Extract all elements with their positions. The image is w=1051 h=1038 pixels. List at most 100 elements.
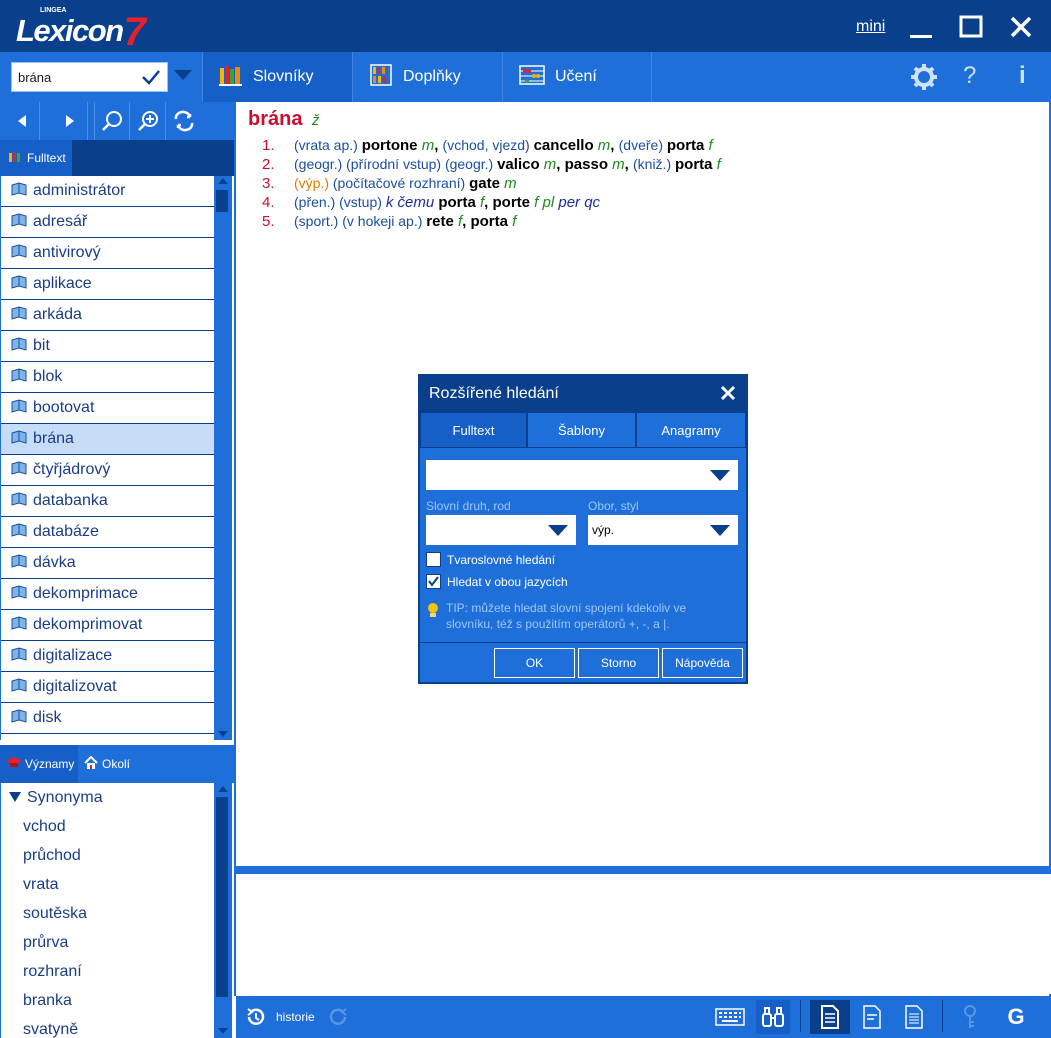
list-item[interactable]: bootovat — [1, 393, 216, 424]
help-icon[interactable]: ? — [963, 62, 976, 90]
help-button[interactable]: Nápověda — [662, 648, 743, 678]
document-compact-icon[interactable] — [898, 1000, 930, 1034]
list-item[interactable]: databáze — [1, 517, 216, 548]
list-item[interactable]: disk — [1, 703, 216, 734]
document-short-icon[interactable] — [856, 1000, 888, 1034]
search-icon[interactable] — [94, 102, 130, 140]
list-item[interactable]: čtyřjádrový — [1, 455, 216, 486]
translation[interactable]: , porte — [484, 194, 530, 211]
minimize-icon[interactable] — [904, 10, 938, 44]
chevron-down-icon[interactable] — [710, 525, 730, 536]
field-select[interactable]: výp. — [588, 515, 738, 545]
morphology-checkbox[interactable] — [426, 552, 441, 567]
tab-dialog-anagramy[interactable]: Anagramy — [636, 412, 746, 448]
tab-dialog-sablony[interactable]: Šablony — [527, 412, 636, 448]
close-icon[interactable] — [720, 385, 736, 406]
list-item[interactable]: digitalizace — [1, 641, 216, 672]
synonym-item[interactable]: soutěska — [1, 899, 216, 928]
list-item[interactable]: digitalizovat — [1, 672, 216, 703]
check-icon[interactable] — [141, 68, 161, 90]
list-item[interactable]: dekomprimovat — [1, 610, 216, 641]
scroll-down-icon[interactable] — [218, 731, 228, 737]
tab-doplnky[interactable]: Doplňky — [352, 52, 502, 102]
translation[interactable]: , passo — [556, 156, 608, 173]
list-item[interactable]: administrátor — [1, 176, 216, 207]
forward-arrow-icon[interactable] — [52, 102, 88, 140]
binoculars-icon[interactable] — [756, 1000, 790, 1034]
word-list-scrollbar[interactable] — [214, 176, 232, 740]
close-window-icon[interactable] — [1004, 10, 1038, 44]
chevron-down-icon[interactable] — [710, 470, 730, 481]
scroll-up-icon[interactable] — [218, 178, 228, 184]
redo-icon[interactable] — [326, 1000, 350, 1034]
key-icon[interactable] — [954, 1000, 986, 1034]
translation[interactable]: valico — [497, 156, 540, 173]
scroll-thumb[interactable] — [216, 797, 228, 997]
collapse-triangle-icon[interactable] — [9, 789, 21, 807]
gear-icon[interactable] — [910, 63, 938, 95]
translation[interactable]: porta — [438, 194, 476, 211]
back-arrow-icon[interactable] — [4, 102, 40, 140]
tab-dialog-fulltext[interactable]: Fulltext — [420, 412, 527, 448]
list-item[interactable]: brána — [1, 424, 216, 455]
pos-select[interactable] — [426, 515, 576, 545]
list-item[interactable]: blok — [1, 362, 216, 393]
translation[interactable]: rete — [426, 213, 454, 230]
list-item[interactable]: antivirový — [1, 238, 216, 269]
list-item[interactable]: aplikace — [1, 269, 216, 300]
tab-fulltext[interactable]: Fulltext — [0, 140, 72, 176]
google-icon[interactable]: G — [1000, 1000, 1032, 1034]
search-history-dropdown-icon[interactable] — [174, 70, 192, 80]
translation[interactable]: cancello — [534, 137, 594, 154]
advanced-search-icon[interactable] — [130, 102, 166, 140]
synonym-item[interactable]: svatyně — [1, 1015, 216, 1038]
translation[interactable]: porta — [675, 156, 713, 173]
translation[interactable]: gate — [469, 175, 500, 192]
swap-direction-icon[interactable] — [166, 102, 202, 140]
synonyms-header[interactable]: Synonyma — [1, 783, 216, 812]
translation[interactable]: , — [625, 156, 633, 173]
morphology-checkbox-label[interactable]: Tvaroslovné hledání — [447, 553, 555, 567]
tab-vyznamy[interactable]: Významy — [0, 745, 78, 783]
panel-splitter[interactable] — [236, 866, 1051, 874]
tab-uceni[interactable]: Učení — [502, 52, 652, 102]
list-item[interactable]: arkáda — [1, 300, 216, 331]
info-icon[interactable]: i — [1019, 62, 1026, 90]
keyboard-icon[interactable] — [714, 1000, 746, 1034]
document-full-icon[interactable] — [810, 1000, 850, 1034]
tab-okoli[interactable]: Okolí — [84, 745, 130, 783]
search-input[interactable]: brána — [11, 62, 168, 92]
scroll-up-icon[interactable] — [218, 786, 228, 792]
translation[interactable]: porta — [667, 137, 705, 154]
scroll-thumb[interactable] — [216, 190, 228, 212]
list-item[interactable]: bit — [1, 331, 216, 362]
list-item[interactable]: dávka — [1, 548, 216, 579]
cancel-button[interactable]: Storno — [578, 648, 659, 678]
dialog-search-combobox[interactable] — [426, 460, 738, 490]
mini-mode-button[interactable]: mini — [856, 18, 885, 36]
synonym-item[interactable]: průrva — [1, 928, 216, 957]
maximize-icon[interactable] — [954, 10, 988, 44]
list-item[interactable]: dekomprimace — [1, 579, 216, 610]
translation[interactable]: , — [610, 137, 618, 154]
translation[interactable]: , — [434, 137, 442, 154]
synonym-list-scrollbar[interactable] — [214, 783, 232, 1038]
synonym-item[interactable]: vrata — [1, 870, 216, 899]
synonym-item[interactable]: průchod — [1, 841, 216, 870]
tab-slovniky[interactable]: Slovníky — [202, 52, 352, 102]
dialog-title-bar[interactable]: Rozšířené hledání — [420, 376, 746, 412]
history-label[interactable]: historie — [276, 1010, 315, 1024]
history-icon[interactable] — [244, 1000, 268, 1034]
translation[interactable]: , porta — [462, 213, 508, 230]
list-item[interactable]: adresář — [1, 207, 216, 238]
scroll-down-icon[interactable] — [218, 1028, 228, 1034]
both-languages-checkbox-label[interactable]: Hledat v obou jazycích — [447, 575, 568, 589]
ok-button[interactable]: OK — [494, 648, 575, 678]
synonym-item[interactable]: vchod — [1, 812, 216, 841]
synonym-item[interactable]: rozhraní — [1, 957, 216, 986]
translation[interactable]: portone — [362, 137, 418, 154]
both-languages-checkbox[interactable] — [426, 574, 441, 589]
synonym-item[interactable]: branka — [1, 986, 216, 1015]
list-item[interactable]: databanka — [1, 486, 216, 517]
chevron-down-icon[interactable] — [548, 525, 568, 536]
